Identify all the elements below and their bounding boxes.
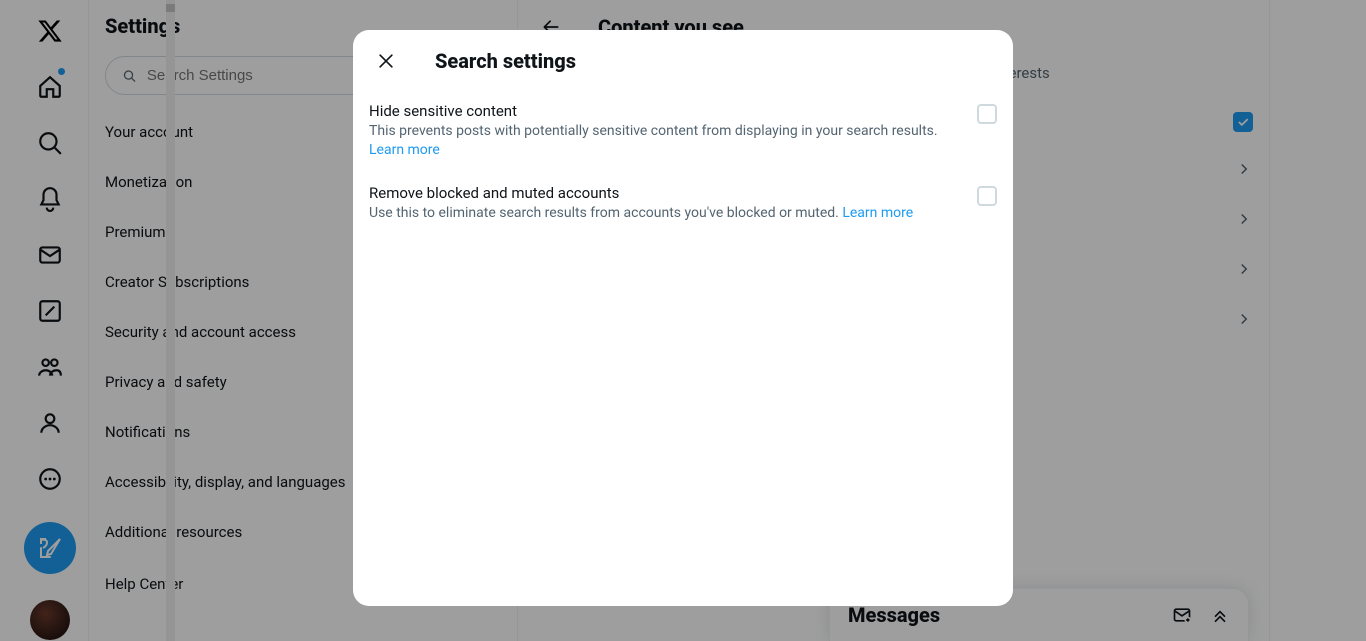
modal-title: Search settings <box>435 49 576 73</box>
option-remove-blocked: Remove blocked and muted accounts Use th… <box>353 174 1013 237</box>
close-icon <box>376 51 396 71</box>
learn-more-link[interactable]: Learn more <box>369 142 440 158</box>
checkbox-remove-blocked[interactable] <box>977 186 997 206</box>
search-settings-modal: Search settings Hide sensitive content T… <box>353 30 1013 606</box>
learn-more-link[interactable]: Learn more <box>842 205 913 221</box>
checkbox-hide-sensitive[interactable] <box>977 104 997 124</box>
option-hide-sensitive: Hide sensitive content This prevents pos… <box>353 92 1013 174</box>
option-desc-text: Use this to eliminate search results fro… <box>369 205 839 221</box>
option-title: Remove blocked and muted accounts <box>369 184 965 202</box>
option-description: Use this to eliminate search results fro… <box>369 204 965 223</box>
option-description: This prevents posts with potentially sen… <box>369 122 965 160</box>
option-desc-text: This prevents posts with potentially sen… <box>369 123 938 139</box>
modal-close-button[interactable] <box>369 44 403 78</box>
option-title: Hide sensitive content <box>369 102 965 120</box>
modal-header: Search settings <box>353 30 1013 92</box>
